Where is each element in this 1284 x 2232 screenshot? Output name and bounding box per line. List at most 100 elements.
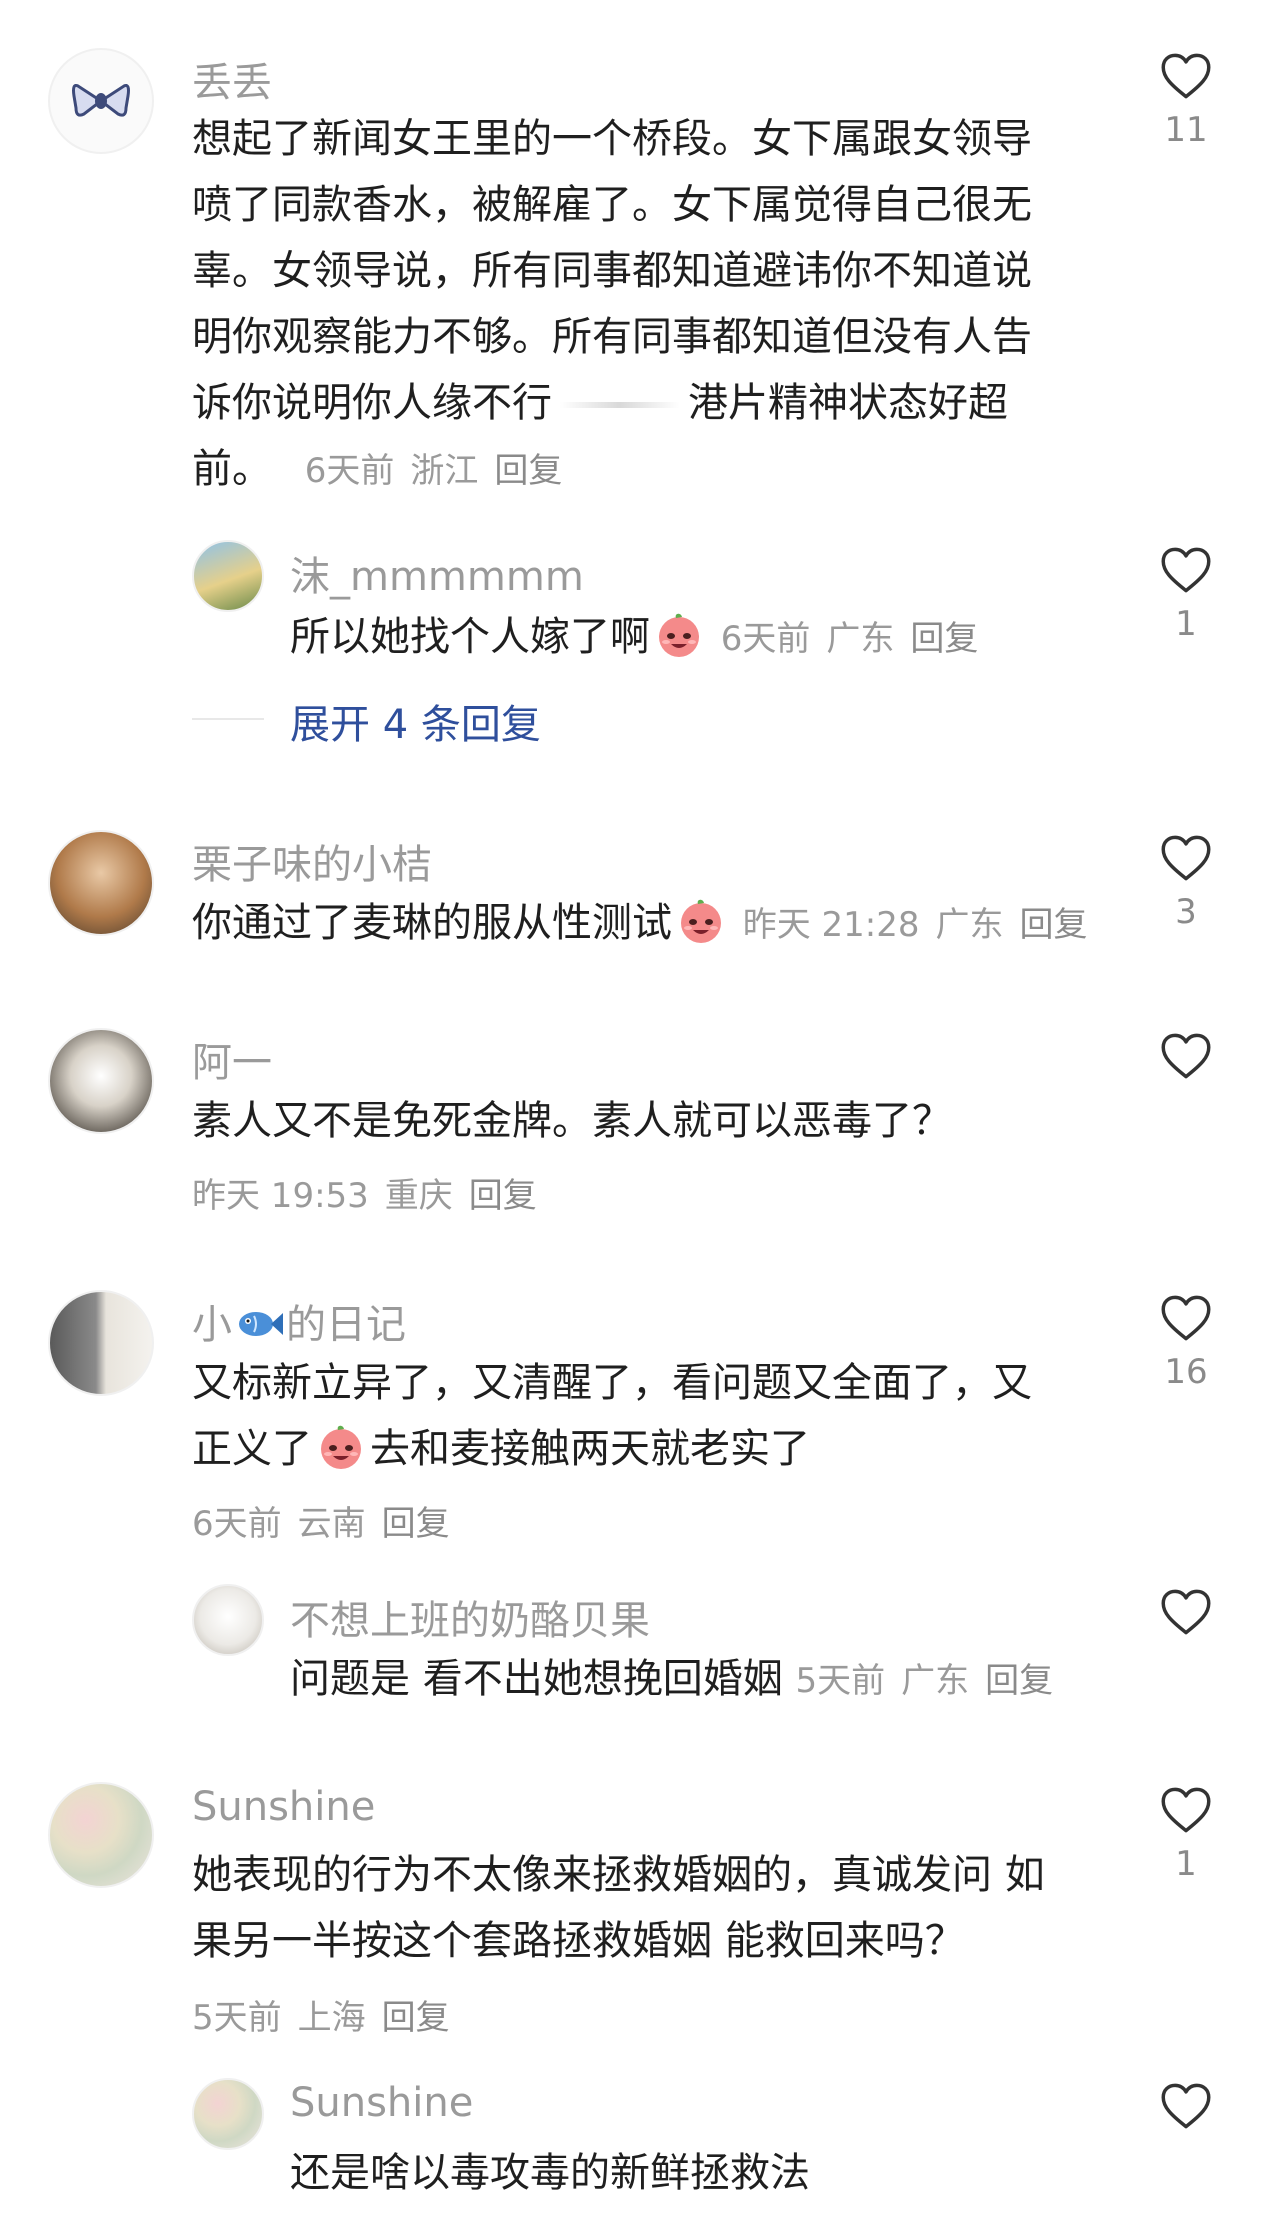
comment-time: 5天前 [192, 1998, 282, 2038]
comment-text-line: 辜。女领导说，所有同事都知道避讳你不知道说 [192, 248, 1032, 294]
reply-button[interactable]: 回复 [382, 1504, 450, 1544]
comment-location: 浙江 [410, 451, 479, 491]
like-count: 1 [1175, 604, 1197, 644]
comment-time: 昨天 19:53 [192, 1176, 369, 1216]
comment-author[interactable]: 小 的日记 [192, 1292, 406, 1350]
faded-emoji-gap [560, 402, 680, 408]
author-name-part: 小 [192, 1302, 232, 1348]
like-button[interactable] [1136, 2082, 1236, 2130]
comment-time: 6天前 [304, 451, 395, 491]
reply-button[interactable]: 回复 [382, 1998, 450, 2038]
avatar[interactable] [48, 1290, 154, 1396]
comment-meta: 5天前 广东 回复 [795, 1661, 1069, 1701]
comment-location: 广东 [826, 619, 895, 659]
peach-emoji-icon [316, 1422, 366, 1472]
comment-text-line: 她表现的行为不太像来拯救婚姻的，真诚发问 如 [192, 1852, 1045, 1898]
heart-icon [1160, 1032, 1212, 1080]
comment-author[interactable]: 丢丢 [192, 50, 272, 108]
comment-text-line: 明你观察能力不够。所有同事都知道但没有人告 [192, 314, 1032, 360]
like-count: 3 [1175, 892, 1197, 932]
comment-text: 又标新立异了，又清醒了，看问题又全面了，又 正义了 去和麦接触两天就老实了 [192, 1350, 1152, 1482]
peach-emoji-icon [676, 896, 726, 946]
avatar[interactable] [48, 830, 154, 936]
expand-replies-button[interactable]: 展开 4 条回复 [290, 692, 541, 750]
comment-text-line: 想起了新闻女王里的一个桥段。女下属跟女领导 [192, 116, 1032, 162]
comment-location: 广东 [901, 1661, 970, 1701]
comment-author[interactable]: 阿一 [192, 1030, 272, 1088]
comment-text-part: 港片精神状态好超 [688, 380, 1008, 426]
comment-author[interactable]: 栗子味的小桔 [192, 832, 432, 890]
comment-text-line: 前。 6天前 浙江 回复 [192, 436, 1112, 504]
comment-meta: 昨天 21:28 广东 回复 [743, 905, 1104, 945]
like-button[interactable]: 16 [1136, 1294, 1236, 1392]
comment-meta: 6天前 浙江 回复 [305, 451, 579, 491]
reply-button[interactable]: 回复 [1020, 905, 1088, 945]
reply-button[interactable]: 回复 [910, 619, 978, 659]
comment-text-part: 所以她找个人嫁了啊 [290, 614, 650, 660]
like-button[interactable]: 1 [1136, 546, 1236, 644]
comment-meta: 昨天 19:53 重庆 回复 [192, 1168, 553, 1217]
comment-text: 想起了新闻女王里的一个桥段。女下属跟女领导 喷了同款香水，被解雇了。女下属觉得自… [192, 106, 1112, 504]
avatar[interactable] [192, 2078, 264, 2150]
comment-location: 云南 [297, 1504, 366, 1544]
comment-text-part: 你通过了麦琳的服从性测试 [192, 900, 672, 946]
reply-button[interactable]: 回复 [985, 1661, 1053, 1701]
comment-time: 6天前 [192, 1504, 282, 1544]
avatar[interactable] [192, 1584, 264, 1656]
comment-author[interactable]: 不想上班的奶酪贝果 [290, 1588, 650, 1646]
avatar[interactable] [48, 1028, 154, 1134]
avatar[interactable] [192, 540, 264, 612]
comment-text-part: 诉你说明你人缘不行 [192, 380, 552, 426]
heart-icon [1160, 1786, 1212, 1834]
comment-author[interactable]: Sunshine [192, 1784, 375, 1830]
comment-text-part: 问题是 看不出她想挽回婚姻 [290, 1656, 783, 1702]
comment-author[interactable]: 沫_mmmmmm [290, 544, 584, 602]
avatar[interactable] [48, 1782, 154, 1888]
like-count: 16 [1164, 1352, 1208, 1392]
comment-location: 上海 [297, 1998, 366, 2038]
comment-meta: 6天前 广东 回复 [721, 619, 995, 659]
comment-text: 你通过了麦琳的服从性测试 昨天 21:28 广东 回复 [192, 890, 1152, 958]
comment-location: 重庆 [384, 1176, 453, 1216]
comment-text: 素人又不是免死金牌。素人就可以恶毒了？ [192, 1098, 952, 1144]
like-button[interactable] [1136, 1588, 1236, 1636]
comment-time: 5天前 [795, 1661, 886, 1701]
comment-text: 她表现的行为不太像来拯救婚姻的，真诚发问 如 果另一半按这个套路拯救婚姻 能救回… [192, 1842, 1152, 1974]
heart-icon [1160, 1294, 1212, 1342]
heart-icon [1160, 1588, 1212, 1636]
reply-button[interactable]: 回复 [494, 451, 562, 491]
like-button[interactable]: 11 [1136, 52, 1236, 150]
like-count: 1 [1175, 1844, 1197, 1884]
heart-icon [1160, 834, 1212, 882]
comment-text-part: 去和麦接触两天就老实了 [370, 1426, 810, 1472]
comment-text: 问题是 看不出她想挽回婚姻 5天前 广东 回复 [290, 1646, 1150, 1714]
like-count: 11 [1164, 110, 1208, 150]
comment-text-line: 喷了同款香水，被解雇了。女下属觉得自己很无 [192, 182, 1032, 228]
heart-icon [1160, 546, 1212, 594]
divider [192, 718, 264, 720]
avatar[interactable] [48, 48, 154, 154]
author-name-part: 的日记 [286, 1302, 406, 1348]
comment-location: 广东 [935, 905, 1004, 945]
reply-button[interactable]: 回复 [469, 1176, 537, 1216]
comment-text-line: 又标新立异了，又清醒了，看问题又全面了，又 [192, 1360, 1032, 1406]
like-button[interactable]: 3 [1136, 834, 1236, 932]
comment-text-part: 前。 [192, 446, 272, 492]
heart-icon [1160, 2082, 1212, 2130]
comment-time: 昨天 21:28 [742, 905, 920, 945]
comment-text-line: 果另一半按这个套路拯救婚姻 能救回来吗？ [192, 1918, 965, 1964]
comment-author[interactable]: Sunshine [290, 2080, 473, 2126]
comment-meta: 5天前 上海 回复 [192, 1990, 466, 2039]
like-button[interactable]: 1 [1136, 1786, 1236, 1884]
comment-text-part: 正义了 [192, 1426, 312, 1472]
comment-text-line: 诉你说明你人缘不行 港片精神状态好超 [192, 370, 1112, 436]
comment-text: 所以她找个人嫁了啊 6天前 广东 回复 [290, 604, 1090, 672]
comment-text-line: 正义了 去和麦接触两天就老实了 [192, 1416, 1152, 1482]
peach-emoji-icon [654, 610, 704, 660]
bow-icon [72, 84, 130, 117]
comment-time: 6天前 [720, 619, 811, 659]
like-button[interactable] [1136, 1032, 1236, 1080]
heart-icon [1160, 52, 1212, 100]
comment-text: 还是啥以毒攻毒的新鲜拯救法 [290, 2150, 810, 2196]
fish-icon [239, 1312, 283, 1336]
